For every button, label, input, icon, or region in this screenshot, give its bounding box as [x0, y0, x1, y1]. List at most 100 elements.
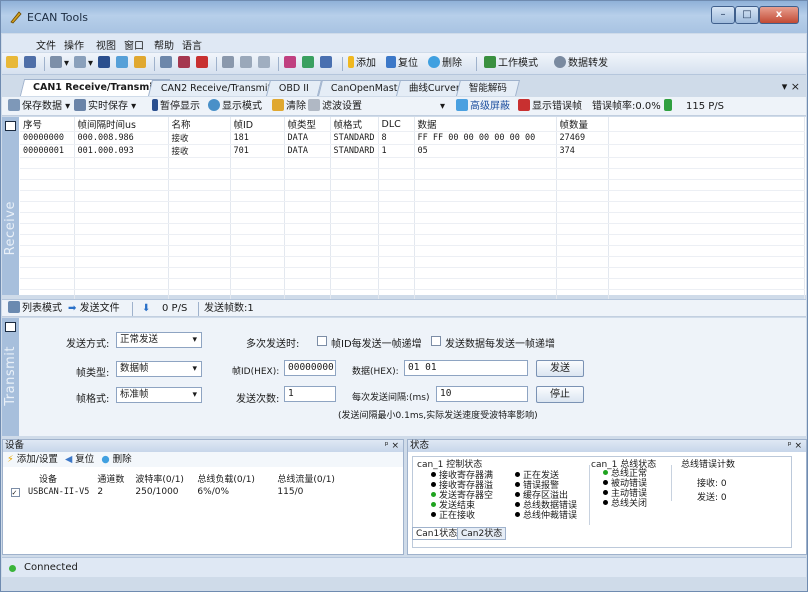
menu-help[interactable]: 帮助	[154, 37, 174, 52]
receive-panel-icon[interactable]	[5, 121, 16, 131]
menu-file[interactable]: 文件	[36, 37, 56, 52]
col-data[interactable]: 数据	[414, 117, 557, 132]
stop-button[interactable]: 停止	[536, 386, 584, 403]
app-logo-icon	[10, 11, 22, 24]
tab-can2-status[interactable]: Can2状态	[457, 527, 507, 540]
col-bus-load[interactable]: 总线负载(0/1)	[197, 471, 277, 485]
col-frame-type[interactable]: 帧类型	[284, 117, 331, 132]
device-reset-button[interactable]: 复位	[75, 454, 94, 465]
close-button[interactable]: x	[759, 6, 799, 24]
menu-window[interactable]: 窗口	[124, 37, 144, 52]
filter-dropdown-icon[interactable]: ▾	[440, 99, 445, 115]
col-baud[interactable]: 波特率(0/1)	[135, 471, 197, 485]
send-button[interactable]: 发送	[536, 360, 584, 377]
data-forward-button[interactable]: 数据转发	[554, 56, 608, 72]
col-channels[interactable]: 通道数	[97, 471, 135, 485]
display-mode-button[interactable]: 显示模式	[208, 99, 262, 115]
device-panel-close-icon[interactable]: ᵖ ×	[385, 440, 399, 452]
device-icon[interactable]: ▾	[50, 56, 69, 72]
arrow-icon[interactable]	[302, 56, 316, 72]
col-count[interactable]: 帧数量	[556, 117, 609, 132]
clear-button[interactable]: 清除	[272, 99, 306, 115]
realtime-save-button[interactable]: 实时保存 ▾	[74, 99, 136, 115]
device-panel-title: 设备	[5, 440, 25, 451]
show-error-frame-button[interactable]: 显示错误帧	[518, 99, 582, 115]
refresh-icon[interactable]	[116, 56, 130, 72]
find-icon[interactable]	[258, 56, 272, 72]
connection-status: Connected	[24, 562, 78, 573]
id-increment-label: 帧ID每发送一帧递增	[331, 339, 422, 350]
transmit-panel-icon[interactable]	[5, 322, 16, 332]
clear-brush-icon	[272, 99, 284, 111]
sent-count-text: 发送帧数:1	[204, 303, 254, 314]
list-mode-button[interactable]: 列表模式	[8, 301, 62, 317]
empty-table-row	[20, 168, 805, 180]
send-mode-label: 发送方式:	[66, 339, 110, 350]
save-data-button[interactable]: 保存数据 ▾	[8, 99, 70, 115]
frame-format-label: 帧格式:	[76, 394, 110, 405]
copy-icon[interactable]	[160, 56, 174, 72]
device2-icon[interactable]: ▾	[74, 56, 93, 72]
connect-icon[interactable]	[284, 56, 298, 72]
work-mode-button[interactable]: 工作模式	[484, 56, 538, 72]
cut-icon[interactable]	[222, 56, 236, 72]
pause-display-button[interactable]: 暂停显示	[152, 99, 200, 115]
reset-button[interactable]: 复位	[386, 56, 418, 72]
empty-table-row	[20, 157, 805, 169]
scissors-icon[interactable]	[178, 56, 192, 72]
table-row[interactable]: 00000000 000.008.986 接收 181 DATA STANDARD 8 FF …	[20, 131, 805, 145]
col-device[interactable]: 设备	[11, 471, 97, 485]
filter-button[interactable]: 滤波设置	[308, 99, 362, 115]
data-input[interactable]: 01 01	[404, 360, 528, 376]
tab-can1-status[interactable]: Can1状态	[412, 527, 462, 540]
tab-can2[interactable]: CAN2 Receive/Transmit	[148, 80, 285, 96]
forward-icon	[554, 56, 566, 68]
advanced-mask-button[interactable]: 高级屏蔽	[456, 99, 510, 115]
interval-input[interactable]: 10	[436, 386, 528, 402]
delete-button[interactable]: 删除	[428, 56, 462, 72]
paste-icon[interactable]	[240, 56, 254, 72]
open-icon[interactable]	[6, 56, 20, 72]
add-button[interactable]: 添加	[348, 56, 376, 72]
delete-x-icon[interactable]	[196, 56, 210, 72]
device-checkbox[interactable]: ✓	[11, 488, 20, 497]
menu-language[interactable]: 语言	[182, 37, 202, 52]
pause-icon[interactable]	[98, 56, 112, 72]
id-increment-checkbox[interactable]	[317, 336, 327, 346]
device-delete-button[interactable]: 删除	[113, 454, 132, 465]
send-file-button[interactable]: ➡ 发送文件	[68, 301, 120, 317]
frame-id-input[interactable]: 00000000	[284, 360, 336, 376]
table-row[interactable]: 00000001 001.000.093 接收 701 DATA STANDARD 1 05 3…	[20, 144, 805, 158]
brush-icon[interactable]	[134, 56, 148, 72]
frame-type-select[interactable]: 数据帧	[116, 361, 202, 377]
advanced-mask-icon	[456, 99, 468, 111]
maximize-button[interactable]: □	[735, 6, 759, 24]
col-frame-id[interactable]: 帧ID	[230, 117, 285, 132]
col-name[interactable]: 名称	[168, 117, 231, 132]
receive-side-label: Receive	[3, 200, 18, 255]
data-label: 数据(HEX):	[352, 367, 399, 377]
tab-obd[interactable]: OBD II	[266, 80, 322, 96]
col-index[interactable]: 序号	[20, 117, 75, 132]
save-icon[interactable]	[24, 56, 38, 72]
tabs-close-icon[interactable]: ▾ ×	[782, 80, 800, 93]
minimize-button[interactable]: –	[711, 6, 735, 24]
col-interval[interactable]: 帧间隔时间us	[74, 117, 169, 132]
window-icon[interactable]	[320, 56, 334, 72]
col-bus-traffic[interactable]: 总线流量(0/1)	[277, 471, 343, 485]
transmit-panel: Transmit 发送方式: 正常发送 多次发送时: 帧ID每发送一帧递增 发送…	[2, 318, 806, 436]
col-dlc[interactable]: DLC	[378, 117, 415, 132]
menu-operation[interactable]: 操作	[64, 37, 84, 52]
device-table: 设备 通道数 波特率(0/1) 总线负载(0/1) 总线流量(0/1) ✓ USB…	[11, 471, 343, 499]
table-row[interactable]: ✓ USBCAN-II-V5 2 250/1000 6%/0% 115/0	[11, 485, 343, 499]
send-mode-select[interactable]: 正常发送	[116, 332, 202, 348]
data-increment-checkbox[interactable]	[431, 336, 441, 346]
col-frame-format[interactable]: 帧格式	[330, 117, 379, 132]
menu-view[interactable]: 视图	[96, 37, 116, 52]
tab-smart-decode[interactable]: 智能解码	[456, 80, 521, 96]
send-count-input[interactable]: 1	[284, 386, 336, 402]
frame-format-select[interactable]: 标准帧	[116, 387, 202, 403]
device-add-button[interactable]: 添加/设置	[17, 454, 58, 465]
multi-send-label: 多次发送时:	[246, 339, 300, 350]
status-panel-close-icon[interactable]: ᵖ ×	[788, 440, 802, 452]
